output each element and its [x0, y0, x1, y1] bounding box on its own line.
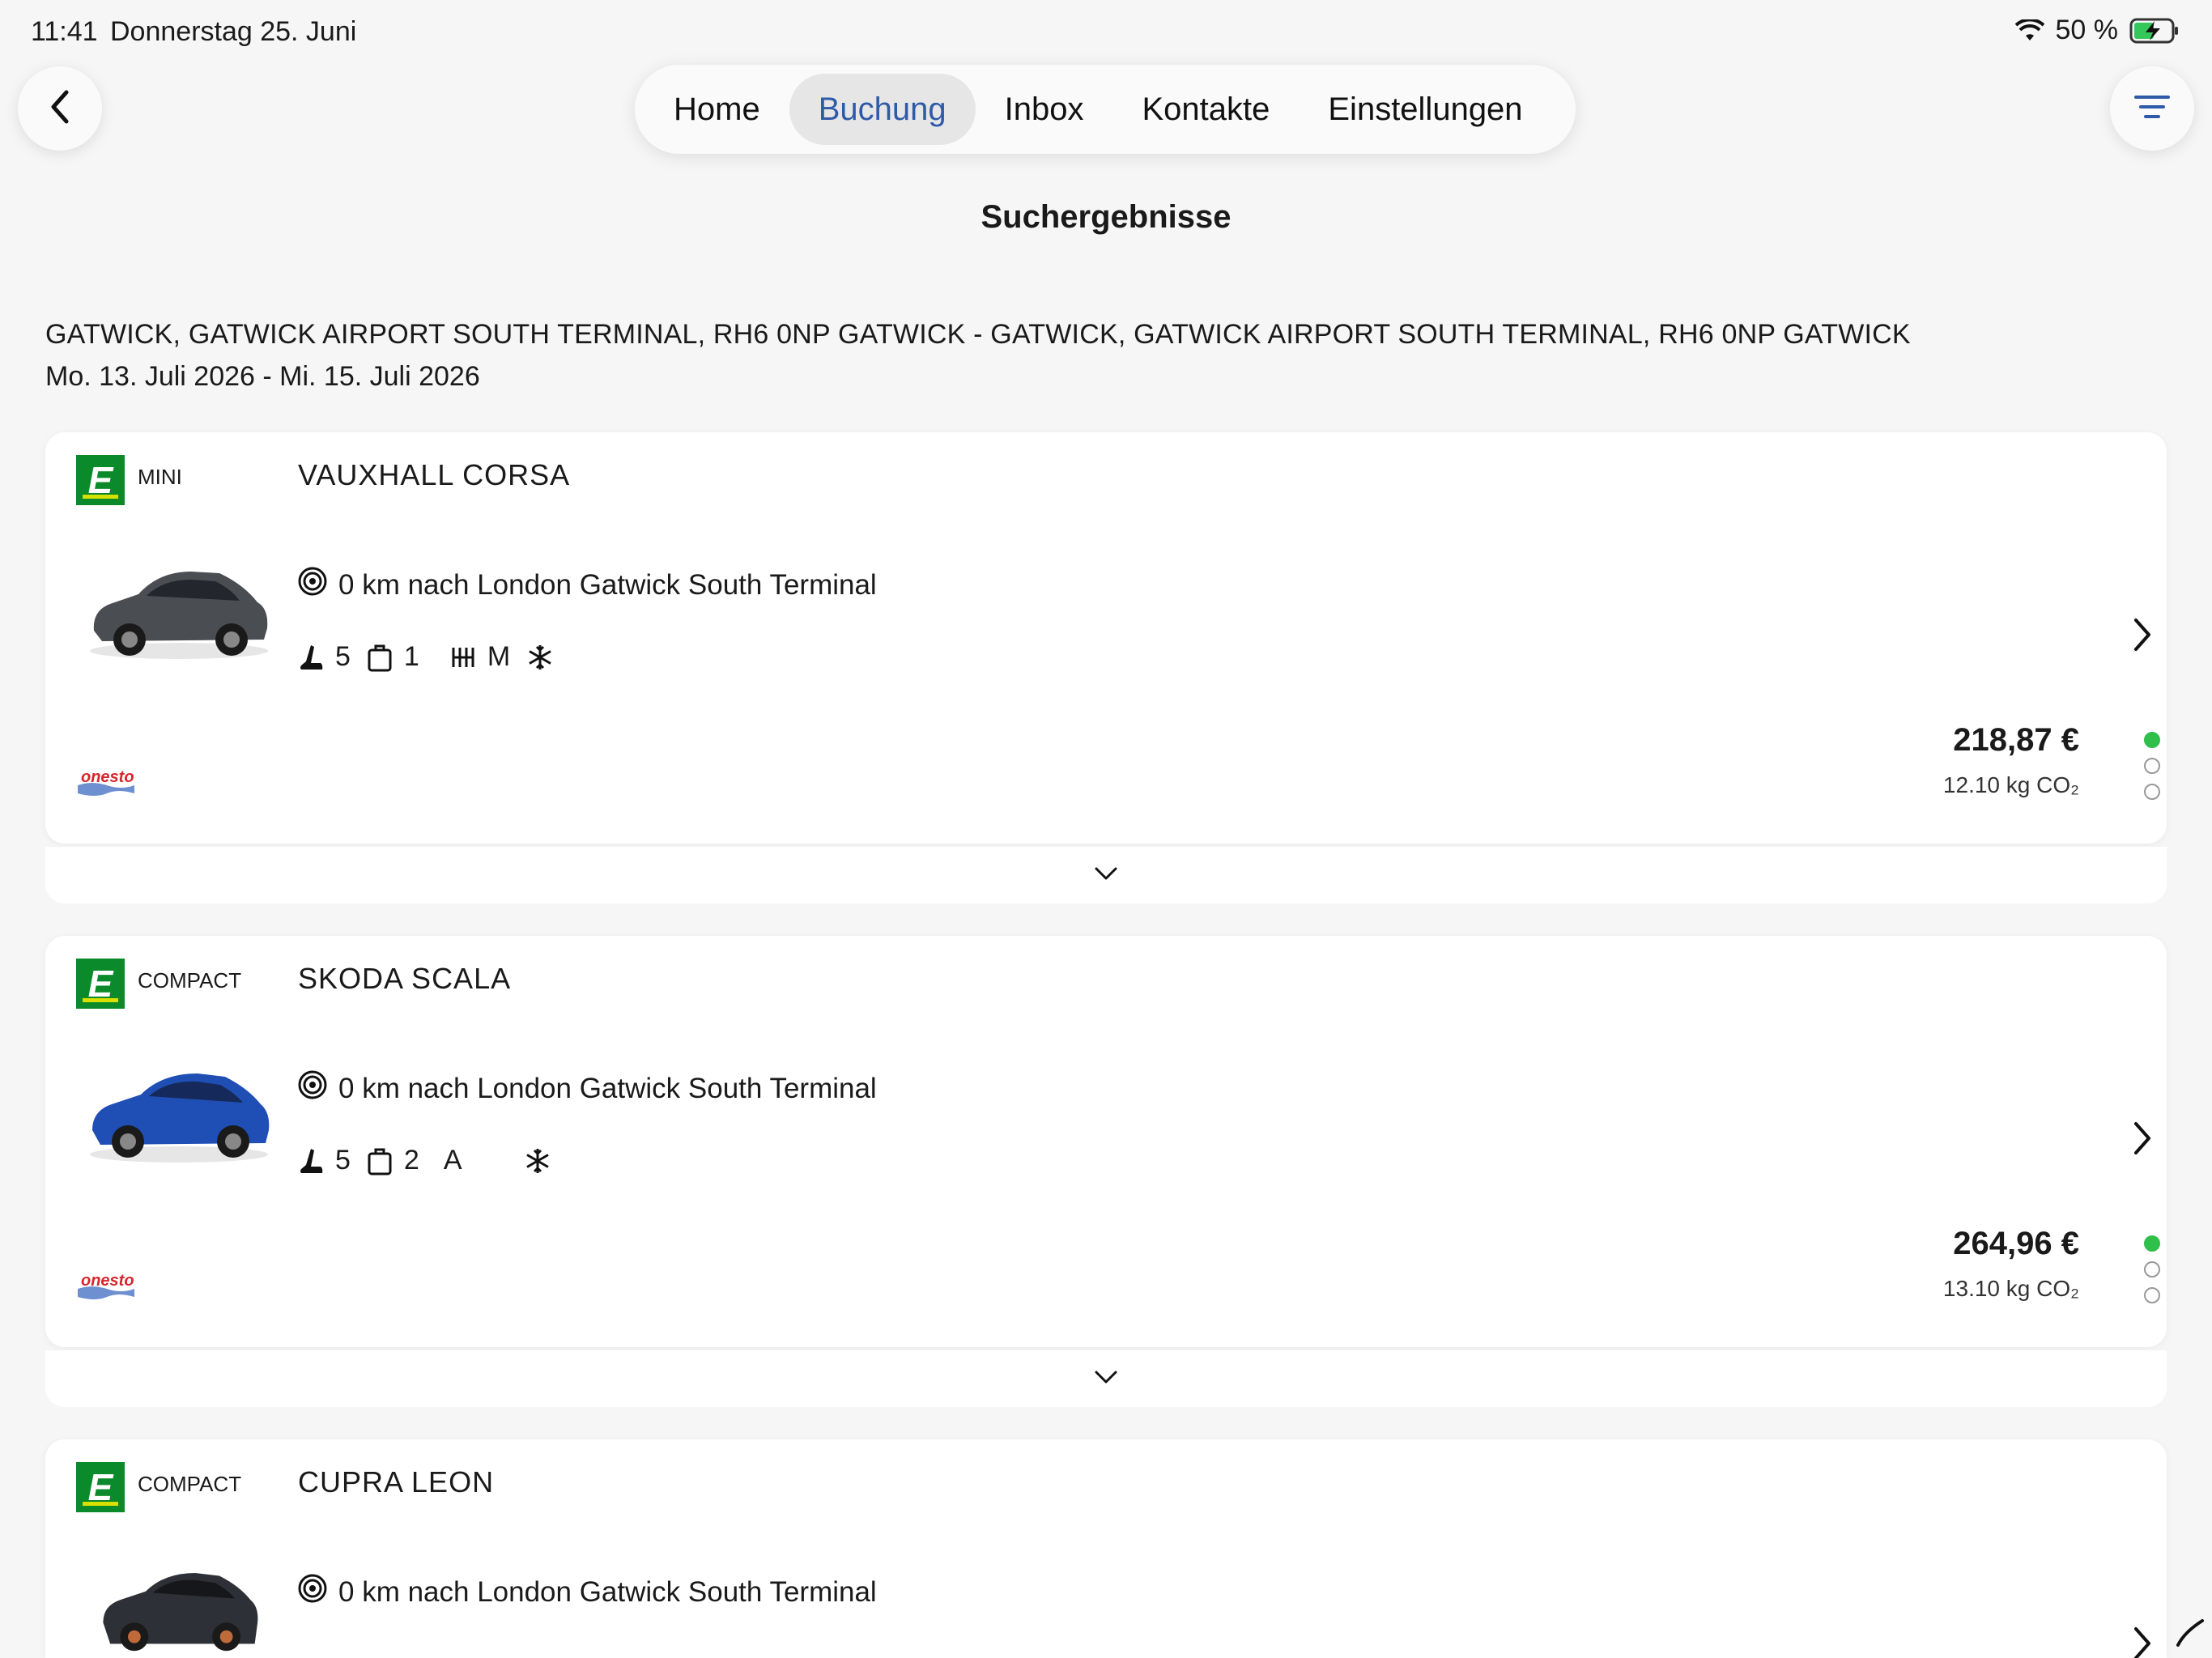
tab-bar: Home Buchung Inbox Kontakte Einstellunge…	[635, 65, 1576, 154]
price: 264,96 €	[1953, 1226, 2079, 1261]
luggage-icon	[367, 643, 393, 672]
result-card[interactable]: E MINI VAUXHALL CORSA 0 km nach London G…	[45, 432, 2167, 844]
car-features: 5 2 A	[298, 1145, 551, 1176]
air-conditioning-icon	[526, 644, 554, 671]
search-route: GATWICK, GATWICK AIRPORT SOUTH TERMINAL,…	[45, 319, 1911, 350]
eco-dot	[2144, 784, 2160, 800]
distance-text: 0 km nach London Gatwick South Terminal	[338, 1072, 877, 1104]
status-bar: 11:41 Donnerstag 25. Juni 50 %	[0, 0, 2212, 65]
eco-dot	[2144, 1287, 2160, 1303]
gearbox-icon	[450, 645, 476, 670]
tab-home[interactable]: Home	[644, 74, 789, 145]
car-image	[90, 1073, 270, 1163]
seat-icon	[298, 644, 324, 671]
bags-count: 1	[403, 641, 419, 672]
tab-inbox[interactable]: Inbox	[976, 74, 1113, 145]
seats-count: 5	[335, 641, 351, 672]
chevron-left-icon	[44, 87, 76, 130]
bags-count: 2	[403, 1145, 419, 1175]
target-icon	[298, 1574, 327, 1610]
co2-emission: 13.10 kg CO₂	[1942, 1276, 2079, 1301]
search-dates: Mo. 13. Juli 2026 - Mi. 15. Juli 2026	[45, 361, 480, 392]
seat-icon	[298, 1147, 324, 1175]
chevron-down-icon	[1093, 1369, 1119, 1389]
car-model: SKODA SCALA	[298, 962, 512, 995]
tab-einstellungen[interactable]: Einstellungen	[1299, 74, 1551, 145]
back-button[interactable]	[18, 66, 102, 151]
eco-dot	[2144, 1261, 2160, 1278]
tab-buchung[interactable]: Buchung	[789, 74, 976, 145]
chevron-right-icon[interactable]	[2129, 1624, 2155, 1658]
car-image	[103, 1573, 258, 1652]
filter-lines-icon	[2133, 91, 2172, 127]
price: 218,87 €	[1953, 722, 2079, 758]
transmission-type: M	[487, 641, 511, 672]
transmission-type: A	[443, 1145, 462, 1175]
battery-charging-icon	[2129, 18, 2180, 44]
car-model: CUPRA LEON	[298, 1465, 495, 1499]
eco-rating	[2144, 1235, 2160, 1303]
car-features: 5 1 M	[298, 641, 554, 673]
filter-button[interactable]	[2110, 66, 2194, 151]
result-card[interactable]: E COMPACT CUPRA LEON 0 km nach London Ga…	[45, 1439, 2167, 1658]
enterprise-logo: E	[76, 959, 125, 1009]
svg-text:onesto: onesto	[81, 768, 134, 786]
car-category: COMPACT	[138, 968, 242, 993]
car-image	[90, 572, 268, 659]
eco-dot	[2144, 732, 2160, 748]
distance-info: 0 km nach London Gatwick South Terminal	[298, 1070, 877, 1107]
enterprise-logo: E	[76, 1462, 125, 1512]
eco-rating	[2144, 732, 2160, 800]
air-conditioning-icon	[524, 1147, 551, 1175]
supplier-logo: onesto	[78, 1272, 134, 1299]
chevron-right-icon[interactable]	[2129, 1119, 2155, 1162]
status-indicators: 50 %	[2014, 15, 2180, 46]
pencil-indicator-icon	[2175, 1616, 2207, 1652]
expand-details-button[interactable]	[45, 847, 2167, 903]
distance-text: 0 km nach London Gatwick South Terminal	[338, 1575, 877, 1608]
tab-kontakte[interactable]: Kontakte	[1112, 74, 1299, 145]
status-date: Donnerstag 25. Juni	[110, 16, 357, 47]
page-title: Suchergebnisse	[981, 199, 1231, 235]
target-icon	[298, 1070, 327, 1107]
car-category: COMPACT	[138, 1472, 242, 1496]
wifi-icon	[2014, 19, 2044, 42]
expand-details-button[interactable]	[45, 1350, 2167, 1407]
status-time: 11:41	[31, 16, 98, 47]
enterprise-logo: E	[76, 455, 125, 505]
luggage-icon	[367, 1146, 393, 1175]
co2-emission: 12.10 kg CO₂	[1942, 772, 2079, 797]
supplier-logo: onesto	[78, 768, 134, 796]
chevron-down-icon	[1093, 865, 1119, 886]
distance-info: 0 km nach London Gatwick South Terminal	[298, 567, 877, 603]
chevron-right-icon[interactable]	[2129, 615, 2155, 658]
eco-dot	[2144, 1235, 2160, 1252]
distance-info: 0 km nach London Gatwick South Terminal	[298, 1574, 877, 1610]
eco-dot	[2144, 758, 2160, 774]
battery-percent: 50 %	[2055, 15, 2119, 45]
car-model: VAUXHALL CORSA	[298, 458, 571, 491]
result-card[interactable]: E COMPACT SKODA SCALA 0 km nach London G…	[45, 936, 2167, 1347]
seats-count: 5	[335, 1145, 351, 1175]
distance-text: 0 km nach London Gatwick South Terminal	[338, 568, 877, 601]
target-icon	[298, 567, 327, 603]
car-category: MINI	[138, 465, 182, 489]
svg-text:onesto: onesto	[81, 1272, 134, 1290]
